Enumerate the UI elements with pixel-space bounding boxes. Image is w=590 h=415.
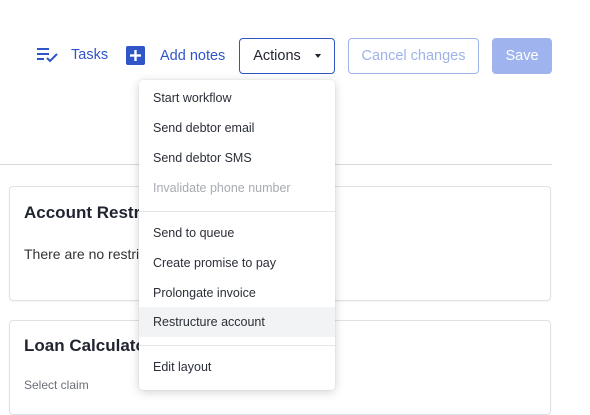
actions-label: Actions bbox=[253, 48, 301, 64]
add-notes-link[interactable]: Add notes bbox=[126, 46, 225, 65]
card-title: Account Restru bbox=[24, 203, 151, 222]
card-title: Loan Calculato bbox=[24, 336, 146, 355]
select-claim-label: Select claim bbox=[24, 378, 89, 392]
checklist-icon bbox=[37, 46, 59, 64]
menu-separator bbox=[139, 345, 335, 346]
menu-item-send-to-queue[interactable]: Send to queue bbox=[139, 218, 335, 248]
menu-item-send-debtor-email[interactable]: Send debtor email bbox=[139, 113, 335, 143]
menu-separator bbox=[139, 211, 335, 212]
tasks-label: Tasks bbox=[71, 47, 109, 63]
actions-button[interactable]: Actions bbox=[239, 38, 335, 74]
add-box-icon bbox=[126, 46, 145, 65]
tasks-link[interactable]: Tasks bbox=[37, 46, 108, 64]
menu-item-restructure-account[interactable]: Restructure account bbox=[139, 307, 335, 337]
menu-item-invalidate-phone-number: Invalidate phone number bbox=[153, 181, 291, 195]
add-notes-label: Add notes bbox=[160, 47, 226, 64]
menu-item-prolongate-invoice[interactable]: Prolongate invoice bbox=[139, 278, 335, 308]
cancel-changes-label: Cancel changes bbox=[361, 48, 466, 64]
card-empty-text: There are no restri bbox=[24, 246, 140, 262]
actions-dropdown-menu: Start workflow Send debtor email Send de… bbox=[139, 80, 335, 390]
menu-item-create-promise-to-pay[interactable]: Create promise to pay bbox=[139, 248, 335, 278]
menu-item-edit-layout[interactable]: Edit layout bbox=[139, 352, 335, 382]
cancel-changes-button[interactable]: Cancel changes bbox=[348, 38, 479, 74]
menu-item-send-debtor-sms[interactable]: Send debtor SMS bbox=[139, 143, 335, 173]
save-label: Save bbox=[505, 48, 539, 64]
caret-down-icon bbox=[314, 54, 321, 58]
menu-item-start-workflow[interactable]: Start workflow bbox=[139, 83, 335, 113]
save-button[interactable]: Save bbox=[492, 38, 552, 74]
